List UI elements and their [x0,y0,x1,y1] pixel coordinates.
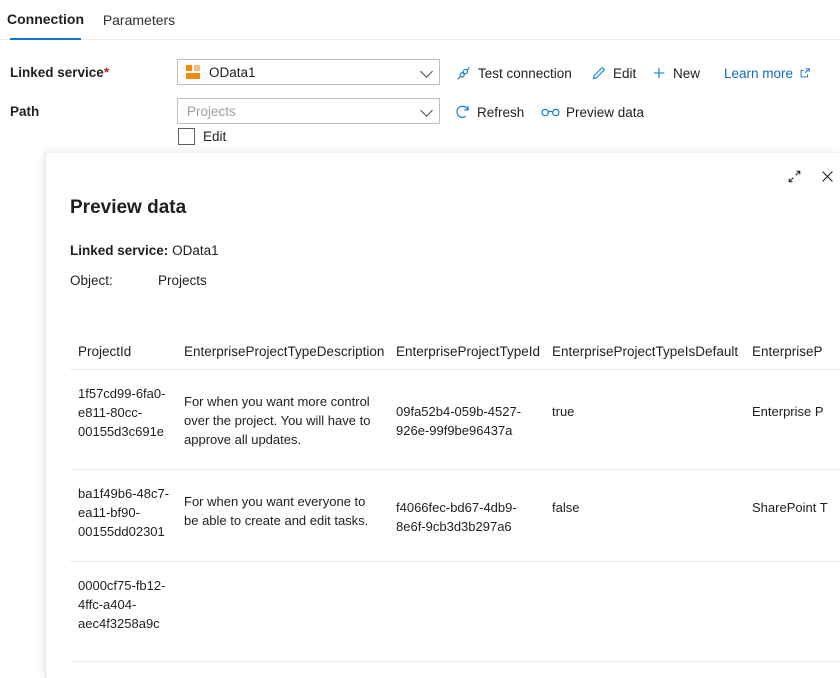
table-row[interactable]: 1f57cd99-6fa0-e811-80cc-00155d3c691e For… [70,370,840,470]
cell-enterpriseprojecttypeisdefault: true [552,402,738,421]
refresh-icon [455,104,471,120]
required-asterisk: * [104,65,109,80]
plug-icon [455,65,472,82]
checkbox-box [178,128,195,145]
path-value: Projects [187,104,236,119]
table-row[interactable]: ba1f49b6-48c7-ea11-bf90-00155dd02301 For… [70,470,840,562]
preview-data-label: Preview data [566,105,644,120]
glasses-icon [541,105,560,119]
preview-data-button[interactable]: Preview data [541,101,644,123]
tab-connection[interactable]: Connection [10,0,81,40]
learn-more-label: Learn more [724,66,793,81]
new-linked-service-button[interactable]: New [651,62,700,84]
preview-data-panel: Preview data Linked service: OData1 Obje… [45,152,840,678]
cell-projectid: 0000cf75-fb12-4ffc-a404-aec4f3258a9c [78,576,170,633]
linked-service-label: Linked service* [10,65,109,80]
table-row[interactable]: 0000cf75-fb12-4ffc-a404-aec4f3258a9c [70,562,840,662]
panel-linked-service-meta: Linked service: OData1 [70,243,219,258]
odata-service-icon [186,65,200,79]
preview-panel-title: Preview data [70,197,186,219]
cell-enterprisep: Enterprise P [752,402,840,421]
panel-linked-service-value: OData1 [172,243,219,258]
cell-enterpriseprojecttypedescription: For when you want everyone to be able to… [184,492,382,530]
chevron-down-icon [420,104,433,117]
cell-enterprisep: SharePoint T [752,498,840,517]
preview-data-table: ProjectId EnterpriseProjectTypeDescripti… [70,330,840,662]
table-header-row: ProjectId EnterpriseProjectTypeDescripti… [70,330,840,370]
test-connection-button[interactable]: Test connection [455,62,572,84]
pencil-icon [591,65,607,81]
cell-projectid: 1f57cd99-6fa0-e811-80cc-00155d3c691e [78,384,170,441]
panel-object-label: Object: [70,273,113,288]
edit-checkbox-label: Edit [203,129,226,144]
edit-path-checkbox[interactable]: Edit [178,128,226,145]
cell-enterpriseprojecttypeid: f4066fec-bd67-4db9-8e6f-9cb3d3b297a6 [396,498,538,536]
new-label: New [673,66,700,81]
path-dropdown[interactable]: Projects [177,98,440,124]
path-label: Path [10,104,39,119]
tab-parameters[interactable]: Parameters [97,0,181,40]
edit-linked-service-button[interactable]: Edit [591,62,636,84]
panel-object-value: Projects [158,273,207,288]
linked-service-dropdown[interactable]: OData1 [177,59,440,85]
external-link-icon [799,67,811,79]
edit-label: Edit [613,66,636,81]
column-header-enterpriseprojecttypedescription[interactable]: EnterpriseProjectTypeDescription [184,342,382,361]
column-header-enterprisep[interactable]: EnterpriseP [752,342,840,361]
expand-panel-button[interactable] [783,165,805,187]
column-header-projectid[interactable]: ProjectId [78,342,170,361]
close-panel-button[interactable] [816,165,838,187]
chevron-down-icon [420,65,433,78]
plus-icon [651,65,667,81]
settings-tabstrip: Connection Parameters [0,0,840,40]
column-header-enterpriseprojecttypeisdefault[interactable]: EnterpriseProjectTypeIsDefault [552,342,738,361]
cell-enterpriseprojecttypedescription: For when you want more control over the … [184,392,382,449]
learn-more-link[interactable]: Learn more [724,62,811,84]
panel-linked-service-label: Linked service: [70,243,168,258]
test-connection-label: Test connection [478,66,572,81]
cell-enterpriseprojecttypeisdefault: false [552,498,738,517]
column-header-enterpriseprojecttypeid[interactable]: EnterpriseProjectTypeId [396,342,538,361]
linked-service-value: OData1 [209,65,256,80]
cell-projectid: ba1f49b6-48c7-ea11-bf90-00155dd02301 [78,484,170,541]
refresh-button[interactable]: Refresh [455,101,524,123]
refresh-label: Refresh [477,105,524,120]
cell-enterpriseprojecttypeid: 09fa52b4-059b-4527-926e-99f9be96437a [396,402,538,440]
